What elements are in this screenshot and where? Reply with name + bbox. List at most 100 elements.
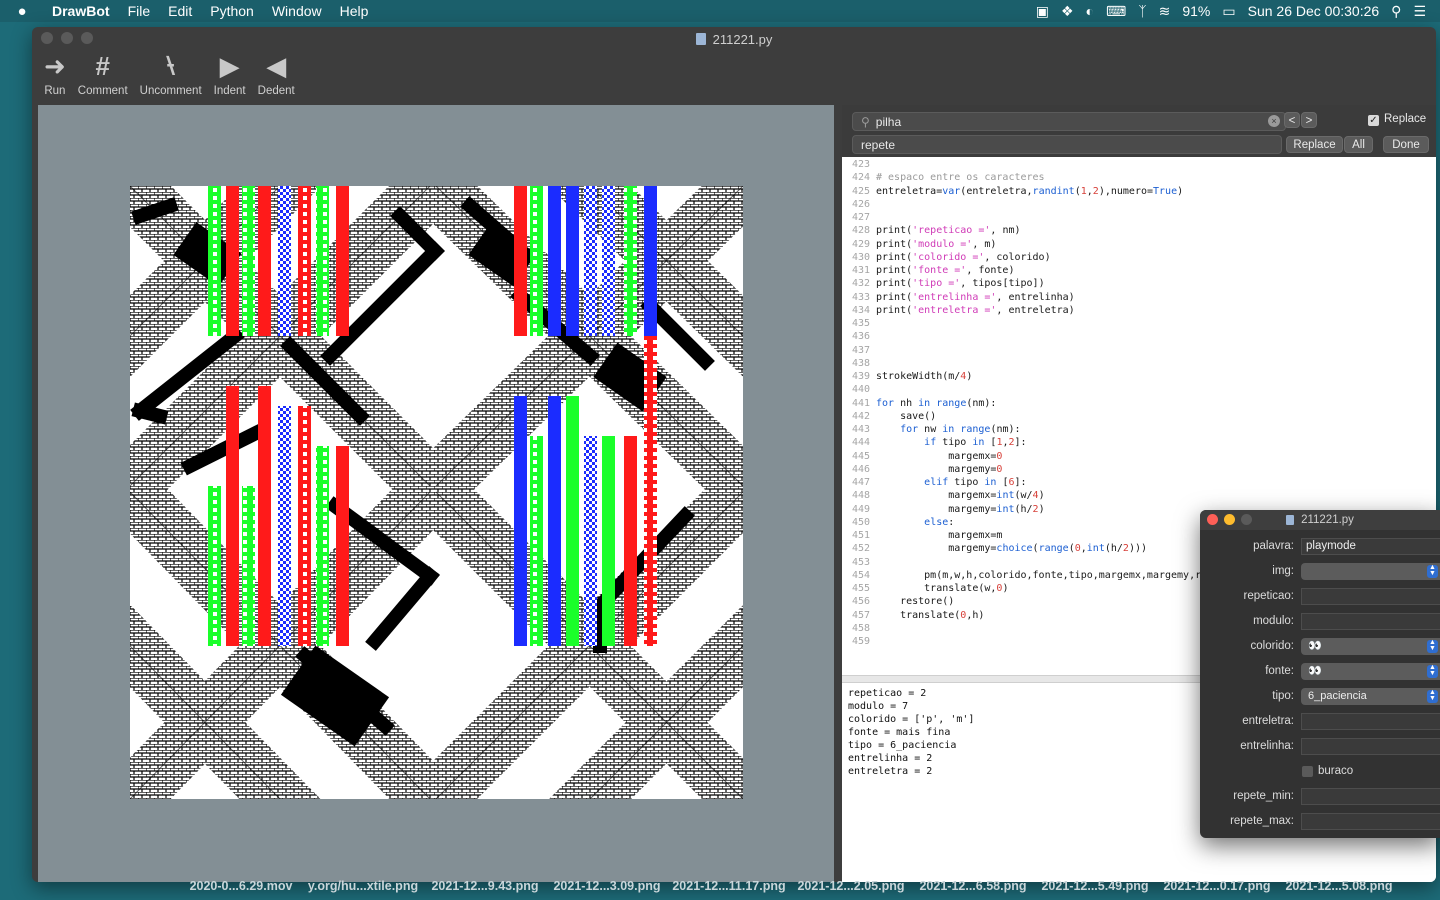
dark-mode-icon[interactable]: ◐ xyxy=(1086,3,1094,19)
code-line[interactable]: 424 # espaco entre os caracteres xyxy=(842,171,1436,184)
code-line[interactable]: 448 margemx=int(w/4) xyxy=(842,489,1436,502)
keyboard-icon[interactable]: ⌨ xyxy=(1106,3,1126,20)
code-line[interactable]: 445 margemx=0 xyxy=(842,450,1436,463)
status-app-icon[interactable]: ▣ xyxy=(1036,3,1049,20)
close-window-icon[interactable] xyxy=(1207,514,1218,525)
buraco-label: buraco xyxy=(1318,765,1354,777)
run-button[interactable]: ➜ Run xyxy=(38,51,72,105)
desktop-file-label[interactable]: 2020-0...6.29.mov xyxy=(180,879,302,899)
variables-window-titlebar[interactable]: 211221.py xyxy=(1200,510,1440,530)
code-line[interactable]: 443 for nw in range(nm): xyxy=(842,423,1436,436)
code-line[interactable]: 437 xyxy=(842,344,1436,357)
notification-center-icon[interactable]: ☰ xyxy=(1413,3,1426,20)
bluetooth-icon[interactable]: ᛉ xyxy=(1138,3,1146,19)
desktop-file-label[interactable]: 2021-12...5.49.png xyxy=(1034,879,1156,899)
code-line[interactable]: 429 print('modulo =', m) xyxy=(842,238,1436,251)
find-input[interactable]: ⚲ pilha × xyxy=(852,112,1286,131)
triangle-left-icon: ◀ xyxy=(266,50,287,81)
variable-row: img: ▲ ▼ xyxy=(1200,562,1440,582)
spotlight-search-icon[interactable]: ⚲ xyxy=(1391,3,1401,20)
variable-select[interactable]: ▲ ▼ xyxy=(1301,563,1440,580)
variable-select[interactable]: 👀 ▲ ▼ xyxy=(1301,663,1440,680)
menu-app-name[interactable]: DrawBot xyxy=(44,3,119,19)
variable-input[interactable] xyxy=(1301,713,1440,730)
dedent-button[interactable]: ◀ Dedent xyxy=(252,51,301,105)
close-window-icon[interactable] xyxy=(41,32,53,44)
code-line[interactable]: 447 elif tipo in [6]: xyxy=(842,476,1436,489)
wifi-icon[interactable]: ≋ xyxy=(1159,3,1171,20)
variable-input[interactable] xyxy=(1301,613,1440,630)
desktop-file-label[interactable]: 2021-12...3.09.png xyxy=(546,879,668,899)
zoom-window-icon[interactable] xyxy=(1241,514,1252,525)
desktop-file-label[interactable]: 2021-12...2.05.png xyxy=(790,879,912,899)
variable-input[interactable] xyxy=(1301,738,1440,755)
variable-input[interactable] xyxy=(1301,788,1440,805)
code-line[interactable]: 430 print('colorido =', colorido) xyxy=(842,251,1436,264)
comment-button[interactable]: # Comment xyxy=(72,51,134,105)
code-line[interactable]: 446 margemy=0 xyxy=(842,463,1436,476)
clear-search-icon[interactable]: × xyxy=(1268,115,1280,127)
replace-all-button[interactable]: All xyxy=(1344,136,1373,153)
menu-edit[interactable]: Edit xyxy=(159,3,201,19)
code-line[interactable]: 434 print('entreletra =', entreletra) xyxy=(842,304,1436,317)
desktop-file-label[interactable]: 2021-12...11.17.png xyxy=(668,879,790,899)
variable-input[interactable] xyxy=(1301,588,1440,605)
find-previous-button[interactable]: < xyxy=(1284,112,1300,128)
code-line[interactable]: 440 xyxy=(842,383,1436,396)
variable-select[interactable]: 👀 ▲ ▼ xyxy=(1301,638,1440,655)
code-line[interactable]: 433 print('entrelinha =', entrelinha) xyxy=(842,291,1436,304)
code-line[interactable]: 441 for nh in range(nm): xyxy=(842,397,1436,410)
battery-percent[interactable]: 91% xyxy=(1182,3,1210,19)
menu-window[interactable]: Window xyxy=(263,3,331,19)
minimize-window-icon[interactable] xyxy=(61,32,73,44)
code-line[interactable]: 423 xyxy=(842,158,1436,171)
variable-input[interactable] xyxy=(1301,813,1440,830)
desktop-file-label[interactable]: 2021-12...6.58.png xyxy=(912,879,1034,899)
done-button[interactable]: Done xyxy=(1383,136,1429,153)
menu-python[interactable]: Python xyxy=(201,3,263,19)
desktop-file-label[interactable]: y.org/hu...xtile.png xyxy=(302,879,424,899)
replace-input[interactable]: repete xyxy=(852,135,1282,154)
code-line[interactable]: 435 xyxy=(842,317,1436,330)
code-line[interactable]: 431 print('fonte =', fonte) xyxy=(842,264,1436,277)
code-line[interactable]: 444 if tipo in [1,2]: xyxy=(842,436,1436,449)
menu-file[interactable]: File xyxy=(119,3,160,19)
code-line[interactable]: 438 xyxy=(842,357,1436,370)
minimize-window-icon[interactable] xyxy=(1224,514,1235,525)
line-number: 459 xyxy=(851,636,870,647)
code-text: entreletra=var(entreletra,randint(1,2),n… xyxy=(876,185,1184,197)
variable-select[interactable]: 6_paciencia ▲ ▼ xyxy=(1301,688,1440,705)
menu-help[interactable]: Help xyxy=(331,3,378,19)
clock[interactable]: Sun 26 Dec 00:30:26 xyxy=(1248,3,1380,19)
uncomment-button[interactable]: ⧷ Uncomment xyxy=(134,50,208,105)
replace-checkbox[interactable]: ✓ Replace xyxy=(1368,113,1426,126)
indent-button[interactable]: ▶ Indent xyxy=(208,51,252,105)
apple-menu-icon[interactable]: ● xyxy=(0,3,44,20)
code-line[interactable]: 428 print('repeticao =', nm) xyxy=(842,224,1436,237)
code-line[interactable]: 439 strokeWidth(m/4) xyxy=(842,370,1436,383)
code-line[interactable]: 425 entreletra=var(entreletra,randint(1,2… xyxy=(842,185,1436,198)
code-line[interactable]: 436 xyxy=(842,330,1436,343)
zoom-window-icon[interactable] xyxy=(81,32,93,44)
drawing-canvas-pane[interactable] xyxy=(38,105,834,882)
battery-icon[interactable]: ▭ xyxy=(1222,3,1235,20)
desktop-file-label[interactable]: 2021-12...5.08.png xyxy=(1278,879,1400,899)
code-text: print('repeticao =', nm) xyxy=(876,225,1021,237)
line-number: 442 xyxy=(851,410,870,422)
variable-input[interactable]: playmode xyxy=(1301,538,1440,555)
line-number: 423 xyxy=(851,159,870,170)
replace-button[interactable]: Replace xyxy=(1286,136,1343,153)
variable-label: entrelinha: xyxy=(1240,740,1294,752)
window-titlebar[interactable]: 211221.py xyxy=(32,27,1436,51)
code-line[interactable]: 427 xyxy=(842,211,1436,224)
find-next-button[interactable]: > xyxy=(1301,112,1317,128)
desktop-file-label[interactable]: 2021-12...0.17.png xyxy=(1156,879,1278,899)
code-line[interactable]: 426 xyxy=(842,198,1436,211)
creative-cloud-icon[interactable]: ❖ xyxy=(1061,3,1074,20)
desktop-file-label[interactable]: 202 xyxy=(1400,879,1440,899)
code-line[interactable]: 442 save() xyxy=(842,410,1436,423)
buraco-checkbox[interactable] xyxy=(1302,766,1313,777)
code-line[interactable]: 432 print('tipo =', tipos[tipo]) xyxy=(842,277,1436,290)
color-stripe xyxy=(316,446,329,646)
desktop-file-label[interactable]: 2021-12...9.43.png xyxy=(424,879,546,899)
